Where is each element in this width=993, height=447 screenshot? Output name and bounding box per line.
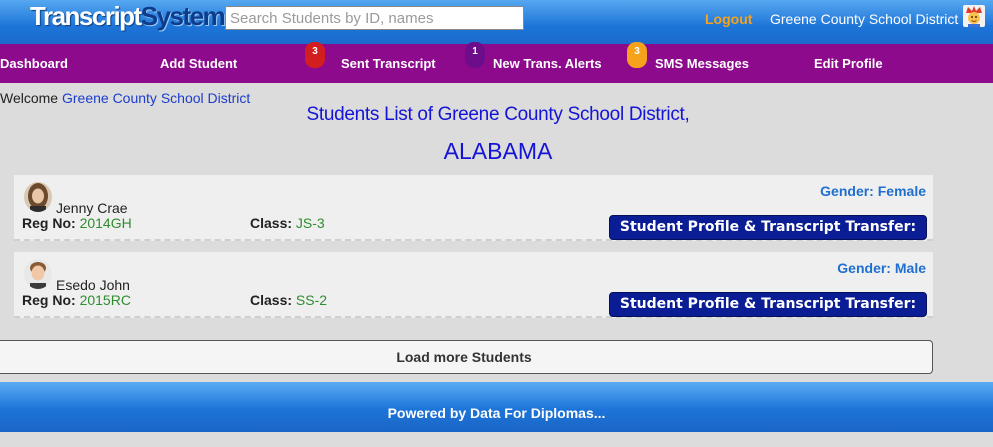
nav-new-trans-alerts[interactable]: New Trans. Alerts (493, 56, 602, 71)
new-alerts-badge: 1 (465, 42, 485, 68)
sent-transcript-badge: 3 (305, 42, 325, 68)
reg-label: Reg No: (22, 292, 76, 308)
student-name[interactable]: Jenny Crae (56, 200, 128, 216)
male-student-photo-icon (24, 259, 52, 289)
female-student-photo-icon (24, 182, 52, 212)
profile-transcript-transfer-button[interactable]: Student Profile & Transcript Transfer: (609, 292, 927, 317)
logo-text-secondary: System (140, 1, 226, 31)
class-value: JS-3 (295, 215, 325, 231)
user-avatar-icon[interactable] (963, 5, 985, 27)
gender-label: Gender: (837, 260, 891, 276)
student-gender: Gender: Female (820, 183, 926, 199)
load-more-students-button[interactable]: Load more Students (0, 340, 933, 374)
student-avatar[interactable] (24, 182, 52, 212)
reg-value: 2014GH (79, 215, 132, 231)
main-nav: Dashboard Add Student 3 Sent Transcript … (0, 42, 993, 83)
sms-messages-badge: 3 (627, 42, 647, 68)
student-reg-no: Reg No: 2014GH (22, 215, 132, 231)
gender-value: Female (877, 183, 926, 199)
class-value: SS-2 (295, 292, 328, 308)
profile-transcript-transfer-button[interactable]: Student Profile & Transcript Transfer: (609, 215, 927, 240)
nav-sent-transcript[interactable]: Sent Transcript (341, 56, 436, 71)
student-card: Jenny Crae Reg No: 2014GH Class: JS-3 Ge… (14, 175, 933, 241)
nav-dashboard[interactable]: Dashboard (0, 56, 68, 71)
app-logo[interactable]: TranscriptSystem (30, 1, 226, 32)
gender-value: Male (894, 260, 926, 276)
gender-label: Gender: (820, 183, 874, 199)
student-search-input[interactable] (225, 6, 524, 30)
footer-powered-by: Powered by Data For Diplomas... (387, 405, 606, 421)
student-gender: Gender: Male (837, 260, 926, 276)
student-reg-no: Reg No: 2015RC (22, 292, 131, 308)
top-header: TranscriptSystem Logout Greene County Sc… (0, 0, 993, 44)
student-class: Class: SS-2 (250, 292, 327, 308)
header-district-name: Greene County School District (770, 11, 959, 27)
reg-label: Reg No: (22, 215, 76, 231)
student-card: Esedo John Reg No: 2015RC Class: SS-2 Ge… (14, 252, 933, 318)
class-label: Class: (250, 215, 293, 231)
logout-link[interactable]: Logout (705, 11, 752, 27)
nav-add-student[interactable]: Add Student (160, 56, 237, 71)
nav-edit-profile[interactable]: Edit Profile (814, 56, 883, 71)
student-avatar[interactable] (24, 259, 52, 289)
student-name[interactable]: Esedo John (56, 277, 130, 293)
reg-value: 2015RC (79, 292, 131, 308)
page-footer: Powered by Data For Diplomas... (0, 382, 993, 432)
student-class: Class: JS-3 (250, 215, 325, 231)
page-title: Students List of Greene County School Di… (306, 104, 690, 125)
nav-sms-messages[interactable]: SMS Messages (655, 56, 749, 71)
class-label: Class: (250, 292, 293, 308)
page-subtitle-state: ALABAMA (443, 138, 553, 164)
logo-text-primary: Transcript (30, 1, 142, 31)
